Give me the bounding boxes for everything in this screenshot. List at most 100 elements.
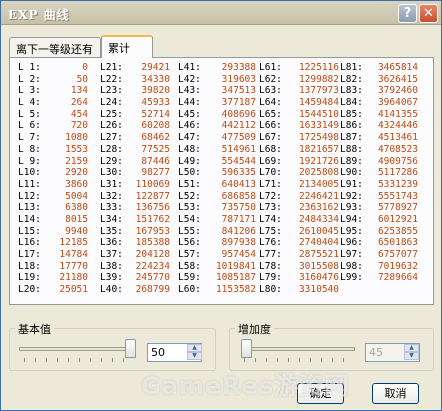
close-button[interactable]: ✕ [419, 4, 438, 23]
level-label: L25: [100, 108, 123, 120]
level-label: L81: [340, 62, 363, 73]
exp-value: 5551743 [377, 190, 418, 202]
exp-value: 98277 [141, 167, 170, 179]
exp-value: 1921726 [298, 155, 339, 167]
exp-value: 1080 [65, 132, 88, 144]
level-label: L18: [18, 260, 41, 272]
exp-value: 2740404 [298, 237, 339, 249]
increase-value-spinner[interactable]: ▲ ▼ [404, 344, 419, 361]
level-label: L64: [259, 97, 282, 109]
exp-value: 14784 [59, 249, 88, 260]
level-label: L17: [18, 249, 41, 260]
increase-slider-thumb[interactable] [241, 339, 252, 358]
spin-down-icon[interactable]: ▼ [404, 352, 419, 360]
increase-slider-ticks [244, 358, 350, 362]
level-label: L92: [340, 190, 363, 202]
level-label: L73: [259, 202, 282, 214]
exp-value: 2610045 [298, 225, 339, 237]
exp-value: 110069 [135, 178, 170, 190]
level-label: L87: [340, 132, 363, 144]
exp-value: 185388 [135, 237, 170, 249]
increase-label: 增加度 [235, 321, 274, 337]
level-label: L47: [178, 132, 201, 144]
ok-button[interactable]: 确定 [297, 383, 344, 404]
exp-value: 5117286 [377, 167, 418, 179]
exp-value: 720 [70, 120, 88, 132]
level-label: L38: [100, 260, 123, 272]
exp-value: 6757077 [377, 249, 418, 260]
exp-value: 1633149 [298, 120, 339, 132]
exp-value: 17770 [59, 260, 88, 272]
title-bar[interactable]: EXP 曲线 ? ✕ [1, 1, 441, 25]
exp-value: 29421 [141, 62, 170, 73]
level-label: L69: [259, 155, 282, 167]
exp-value: 21180 [59, 272, 88, 284]
exp-value: 1821657 [298, 143, 339, 155]
level-label: L88: [340, 143, 363, 155]
tab-cumulative[interactable]: 累计 [101, 35, 153, 58]
level-label: L29: [100, 155, 123, 167]
base-slider-thumb[interactable] [125, 339, 136, 358]
exp-value: 87446 [141, 155, 170, 167]
base-value-label: 基本值 [15, 321, 54, 337]
level-label: L 1: [18, 62, 41, 73]
level-label: L14: [18, 213, 41, 225]
level-label: L 5: [18, 108, 41, 120]
exp-value: 1085187 [215, 272, 256, 284]
exp-value: 841206 [221, 225, 256, 237]
level-label: L32: [100, 190, 123, 202]
exp-value: 735750 [221, 202, 256, 214]
exp-value: 39820 [141, 85, 170, 97]
level-label: L94: [340, 213, 363, 225]
exp-value: 2484334 [298, 213, 339, 225]
exp-value: 134 [70, 85, 88, 97]
exp-value: 4513461 [377, 132, 418, 144]
level-label: L96: [340, 237, 363, 249]
level-label: L52: [178, 190, 201, 202]
level-label: L45: [178, 108, 201, 120]
exp-value: 1153582 [215, 284, 256, 296]
level-label: L70: [259, 167, 282, 179]
level-label: L44: [178, 97, 201, 109]
cancel-button[interactable]: 取消 [372, 383, 419, 404]
base-slider-ticks [24, 358, 130, 362]
level-label: L71: [259, 178, 282, 190]
level-label: L80: [259, 284, 282, 296]
level-label: L24: [100, 97, 123, 109]
exp-value: 787171 [221, 213, 256, 225]
level-label: L53: [178, 202, 201, 214]
exp-value: 2246421 [298, 190, 339, 202]
increase-slider-track[interactable] [241, 347, 355, 351]
level-label: L48: [178, 143, 201, 155]
level-label: L98: [340, 260, 363, 272]
exp-value: 167953 [135, 225, 170, 237]
level-label: L46: [178, 120, 201, 132]
exp-value: 514961 [221, 143, 256, 155]
level-label: L77: [259, 249, 282, 260]
exp-value: 268799 [135, 284, 170, 296]
level-label: L11: [18, 178, 41, 190]
level-label: L 9: [18, 155, 41, 167]
level-label: L59: [178, 272, 201, 284]
spin-down-icon[interactable]: ▼ [187, 352, 202, 360]
level-label: L13: [18, 202, 41, 214]
level-label: L36: [100, 237, 123, 249]
exp-value: 1299882 [298, 73, 339, 85]
help-button[interactable]: ? [398, 4, 417, 23]
base-value-spinner[interactable]: ▲ ▼ [187, 344, 202, 361]
exp-value: 264 [70, 97, 88, 109]
level-label: L39: [100, 272, 123, 284]
level-label: L56: [178, 237, 201, 249]
level-label: L37: [100, 249, 123, 260]
level-label: L83: [340, 85, 363, 97]
exp-value: 34330 [141, 73, 170, 85]
base-slider-track[interactable] [19, 347, 133, 351]
level-label: L55: [178, 225, 201, 237]
spin-up-icon[interactable]: ▲ [404, 344, 419, 352]
tab-to-next-level[interactable]: 离下一等级还有 [9, 37, 101, 58]
window-title: EXP 曲线 [8, 8, 70, 22]
exp-value: 122877 [135, 190, 170, 202]
exp-value: 136756 [135, 202, 170, 214]
spin-up-icon[interactable]: ▲ [187, 344, 202, 352]
exp-value: 3310540 [298, 284, 339, 296]
